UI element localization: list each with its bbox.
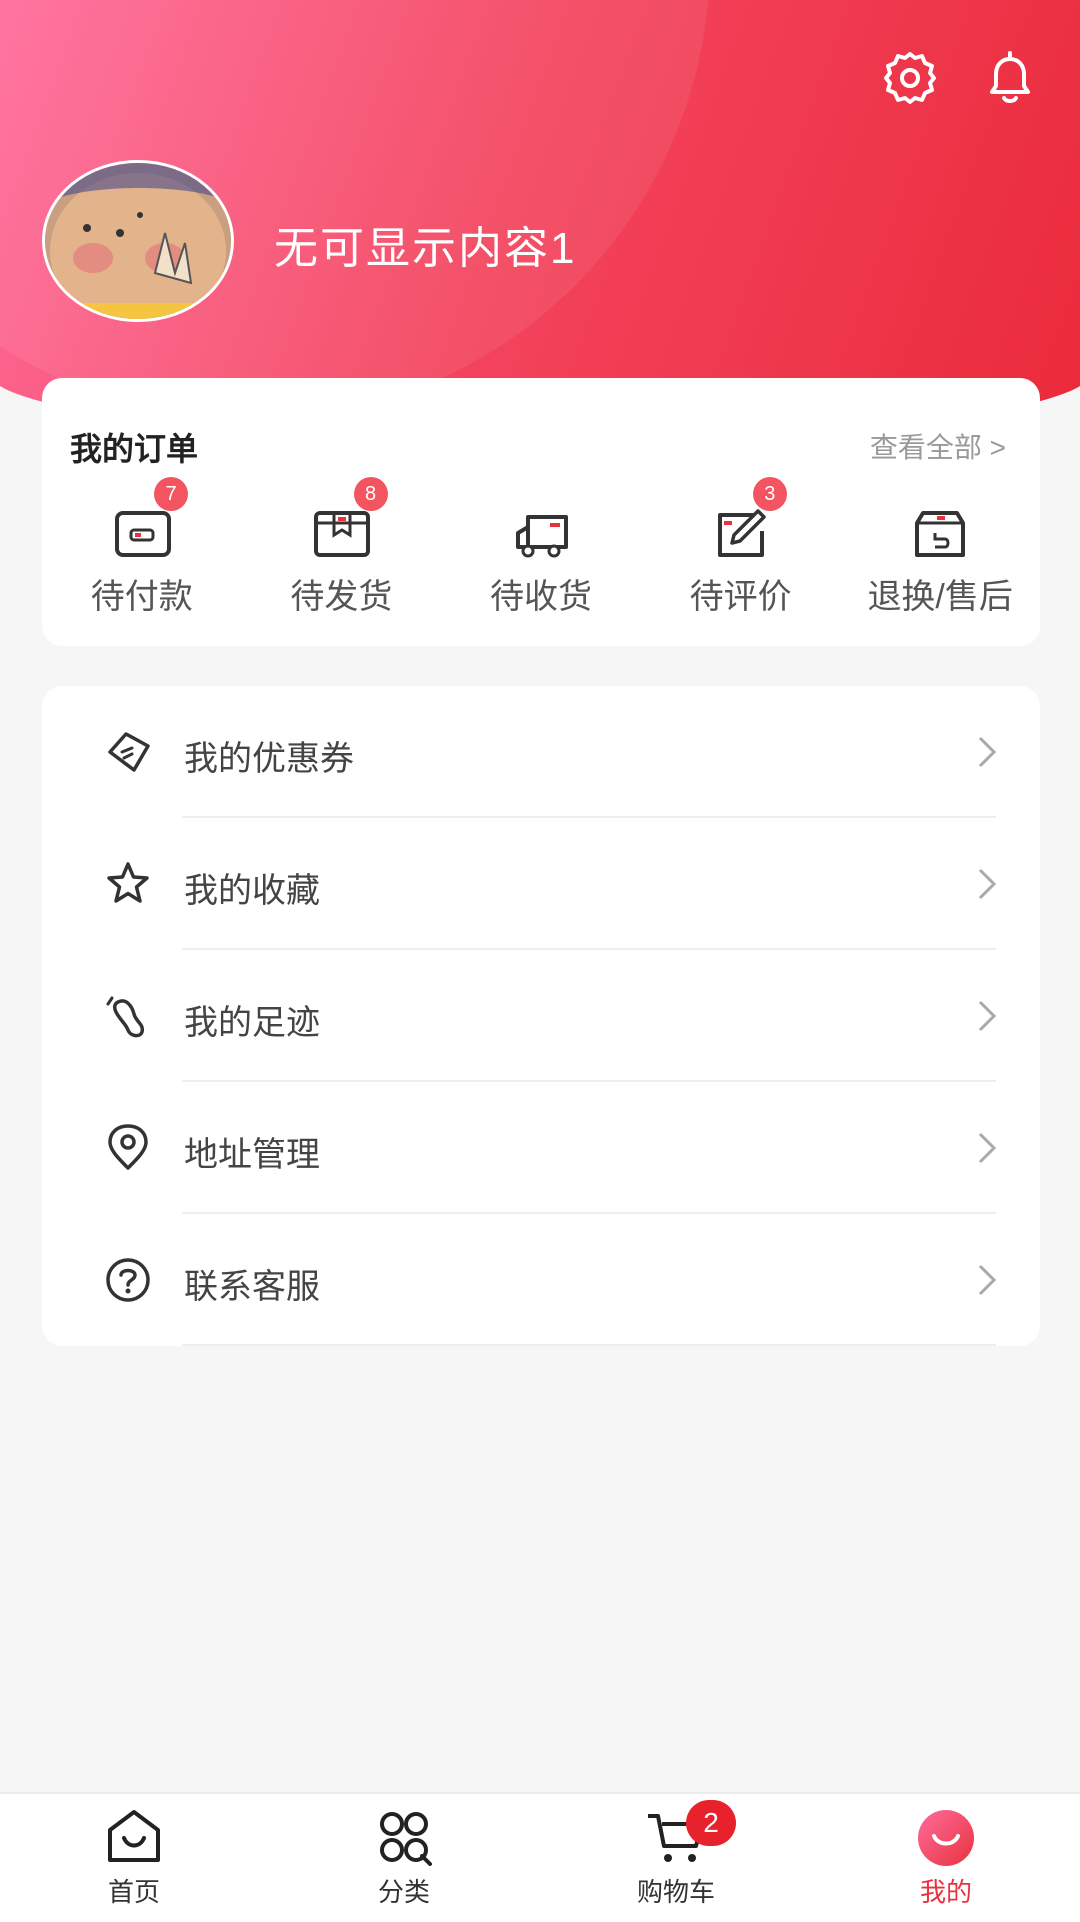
avatar[interactable] [42, 160, 234, 322]
orders-card: 我的订单 查看全部 > 7 待付款 8 待发货 待收货 3 待评价 退换/售后 [42, 378, 1040, 646]
home-icon [108, 1810, 160, 1862]
tab-category[interactable]: 分类 [268, 1794, 540, 1922]
divider [182, 1344, 996, 1346]
order-status-row: 7 待付款 8 待发货 待收货 3 待评价 退换/售后 [42, 477, 1040, 618]
menu-item-coupons[interactable]: 我的优惠券 [42, 686, 1040, 818]
order-status-label: 待评价 [689, 578, 792, 616]
tab-profile[interactable]: 我的 [812, 1794, 1080, 1922]
order-status-pending-review[interactable]: 3 待评价 [641, 477, 841, 618]
tab-cart[interactable]: 2 购物车 [540, 1794, 812, 1922]
pending-payment-badge: 7 [154, 477, 188, 511]
menu-item-customer-service[interactable]: 联系客服 [42, 1214, 1040, 1346]
chevron-right-icon [978, 736, 997, 768]
package-icon [314, 511, 371, 557]
order-status-pending-shipment[interactable]: 8 待发货 [242, 477, 442, 618]
order-status-pending-receipt[interactable]: 待收货 [441, 503, 641, 618]
order-status-label: 待发货 [290, 578, 393, 616]
return-icon [915, 511, 966, 557]
profile-icon [918, 1810, 974, 1866]
truck-icon [515, 515, 568, 558]
menu-item-label: 我的收藏 [184, 872, 320, 910]
footprint-icon [106, 996, 145, 1038]
tab-label: 我的 [919, 1877, 972, 1907]
menu-item-label: 我的足迹 [184, 1004, 320, 1042]
tab-label: 首页 [107, 1877, 160, 1907]
category-icon [380, 1812, 432, 1866]
menu-item-favorites[interactable]: 我的收藏 [42, 818, 1040, 950]
order-status-label: 退换/售后 [867, 578, 1013, 616]
tab-home[interactable]: 首页 [0, 1794, 268, 1922]
menu-card: 我的优惠券 我的收藏 我的足迹 地址管理 联系客服 [42, 686, 1040, 1346]
order-status-pending-payment[interactable]: 7 待付款 [42, 477, 242, 618]
help-icon [106, 1258, 150, 1302]
order-status-label: 待收货 [489, 578, 592, 616]
bell-icon[interactable] [980, 48, 1040, 108]
avatar-illustration [45, 163, 231, 319]
menu-item-label: 联系客服 [184, 1268, 320, 1306]
star-icon [107, 862, 149, 903]
menu-item-label: 地址管理 [184, 1136, 320, 1174]
order-status-after-sales[interactable]: 退换/售后 [840, 503, 1040, 618]
chevron-right-icon [978, 1000, 997, 1032]
cart-count-badge: 2 [686, 1800, 736, 1846]
chevron-right-icon [978, 1132, 997, 1164]
view-all-orders-link[interactable]: 查看全部 > [870, 426, 1006, 466]
header-actions [880, 48, 1040, 108]
gear-icon[interactable] [880, 48, 940, 108]
pending-shipment-badge: 8 [353, 477, 388, 511]
coupon-icon [108, 732, 150, 772]
edit-icon [717, 509, 766, 557]
menu-item-footprints[interactable]: 我的足迹 [42, 950, 1040, 1082]
pending-review-badge: 3 [752, 477, 787, 511]
tab-label: 购物车 [636, 1877, 715, 1907]
order-status-label: 待付款 [90, 578, 193, 616]
menu-item-address[interactable]: 地址管理 [42, 1082, 1040, 1214]
chevron-right-icon [978, 1264, 997, 1296]
chevron-right-icon [978, 868, 997, 900]
orders-title: 我的订单 [70, 431, 199, 467]
location-icon [108, 1124, 148, 1170]
username: 无可显示内容1 [274, 224, 577, 273]
tab-label: 分类 [377, 1877, 430, 1907]
bottom-tab-bar: 首页 分类 2 购物车 我的 [0, 1792, 1080, 1922]
wallet-icon [114, 511, 171, 557]
menu-item-label: 我的优惠券 [184, 740, 354, 778]
